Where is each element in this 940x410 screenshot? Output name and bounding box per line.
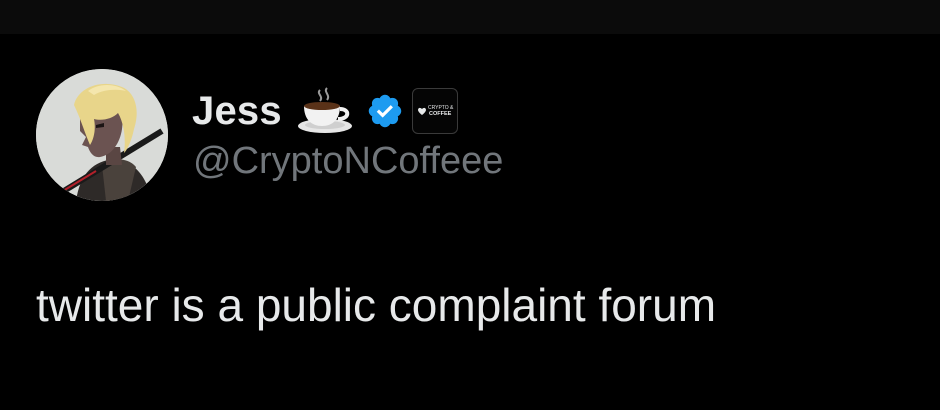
avatar-illustration [36,69,168,201]
tweet-card: Jess CRYPTO & COFFEE @CryptoNCoffeee twi… [0,34,940,410]
author-name-row: Jess CRYPTO & COFFEE [192,86,458,136]
display-name[interactable]: Jess [192,89,282,134]
author-handle[interactable]: @CryptoNCoffeee [193,140,503,183]
avatar[interactable] [36,69,168,201]
top-bar [0,0,940,34]
verified-badge-icon[interactable] [366,92,404,130]
affiliate-badge-text-line-2: COFFEE [429,111,452,117]
tweet-text: twitter is a public complaint forum [36,279,717,331]
crypto-coffee-logo-icon: CRYPTO & COFFEE [417,105,454,117]
coffee-cup-icon [296,86,354,136]
affiliate-badge-crypto-coffee[interactable]: CRYPTO & COFFEE [411,88,458,134]
